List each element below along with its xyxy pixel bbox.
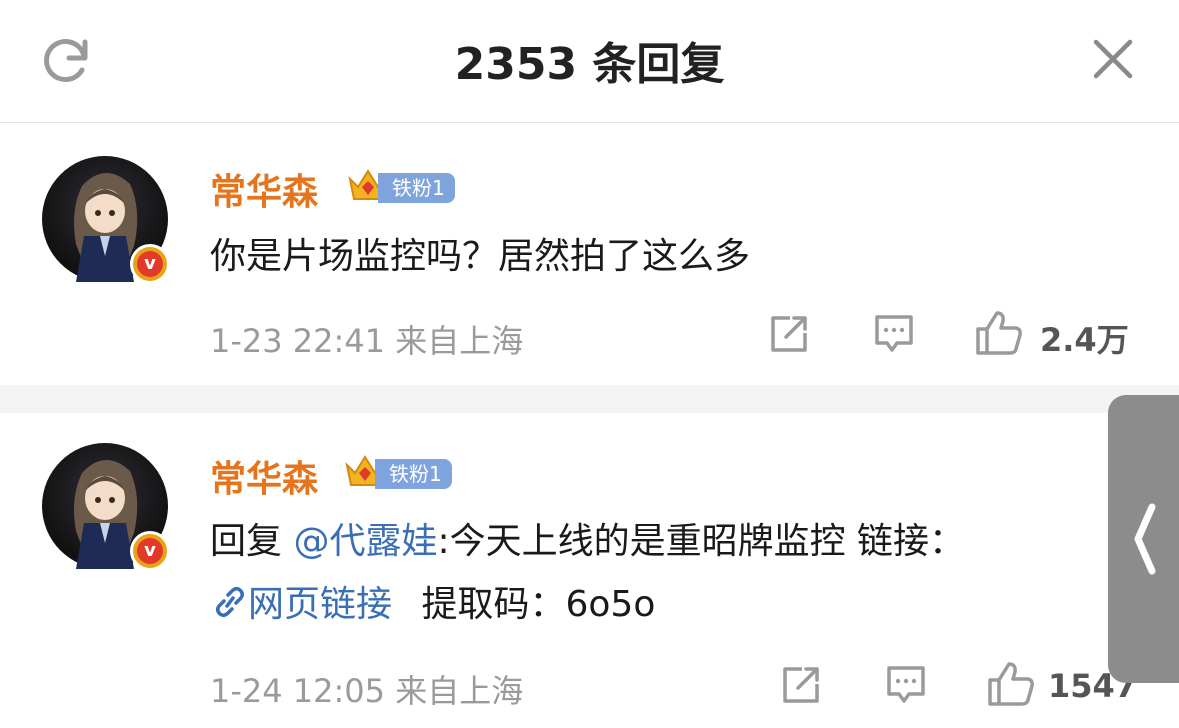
avatar[interactable]: v	[42, 443, 170, 571]
timestamp: 1-24 12:05	[210, 672, 386, 710]
comment-text: 回复 @代露娃:今天上线的是重昭牌监控 链接：	[210, 513, 965, 571]
like-icon[interactable]	[974, 309, 1024, 357]
web-link-label: 网页链接	[248, 584, 393, 625]
comment-item: v 常华森 铁粉1 回复 @代露娃:今天上线的是重昭牌监控 链接： 网页链接 提…	[0, 413, 1179, 728]
like-count: 2.4万	[1040, 321, 1129, 359]
comment-item: v 常华森 铁粉1 你是片场监控吗？居然拍了这么多 1-23 22:41 来自上…	[0, 123, 1179, 385]
share-icon[interactable]	[780, 664, 822, 706]
verified-badge-icon: v	[130, 531, 170, 571]
close-icon[interactable]	[1090, 36, 1136, 82]
code-label: 提取码：	[421, 584, 566, 625]
comment-text: 你是片场监控吗？居然拍了这么多	[210, 236, 751, 277]
share-icon[interactable]	[768, 313, 810, 355]
comment-icon[interactable]	[885, 664, 927, 706]
comment-meta: 1-23 22:41 来自上海	[210, 316, 523, 362]
comment-icon[interactable]	[873, 313, 915, 355]
comment-meta: 1-24 12:05 来自上海	[210, 666, 523, 712]
link-icon	[215, 586, 245, 618]
location: 来自上海	[395, 672, 524, 710]
page-title: 2353 条回复	[454, 39, 725, 90]
like-icon[interactable]	[986, 660, 1036, 708]
avatar[interactable]: v	[42, 156, 170, 284]
verified-badge-icon: v	[130, 244, 170, 284]
web-link[interactable]: 网页链接	[212, 584, 403, 625]
code-value: 6o5o	[565, 584, 656, 625]
username[interactable]: 常华森	[210, 450, 318, 502]
timestamp: 1-23 22:41	[210, 322, 386, 360]
reply-prefix: 回复	[210, 521, 283, 562]
chevron-left-icon	[1134, 503, 1156, 575]
header: 2353 条回复	[0, 0, 1179, 123]
username[interactable]: 常华森	[210, 163, 318, 215]
reply-text: :今天上线的是重昭牌监控 链接：	[437, 521, 966, 562]
mention-link[interactable]: @代露娃	[293, 521, 437, 562]
fan-badge-label: 铁粉1	[375, 459, 452, 489]
side-collapse-tab[interactable]	[1108, 395, 1179, 683]
fan-badge-label: 铁粉1	[378, 173, 455, 203]
comment-text-line2: 网页链接 提取码：6o5o	[212, 576, 655, 634]
location: 来自上海	[395, 322, 524, 360]
